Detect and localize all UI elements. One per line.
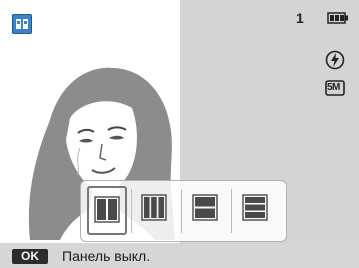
guide-mode-icon [12, 14, 32, 34]
option-split-2-vertical[interactable] [87, 186, 127, 235]
panel-divider [231, 189, 232, 233]
camera-screen: 1 5M OK Панель выкл. [0, 0, 359, 268]
split-2-horizontal-icon [192, 194, 218, 221]
split-2-vertical-icon [94, 196, 120, 223]
flash-off-icon [325, 50, 345, 70]
panel-off-hint: Панель выкл. [62, 248, 151, 264]
image-size-badge: 5M [325, 80, 345, 101]
option-split-2-horizontal[interactable] [187, 186, 227, 235]
option-split-3-horizontal[interactable] [237, 186, 277, 235]
image-size-label: 5M [327, 82, 340, 93]
battery-full-icon [327, 12, 348, 24]
frame-count: 1 [296, 10, 304, 26]
split-3-horizontal-icon [242, 194, 268, 221]
bottom-hint-bar [0, 243, 359, 268]
panel-divider [131, 189, 132, 233]
ok-key-label: OK [12, 249, 48, 264]
panel-divider [181, 189, 182, 233]
option-split-3-vertical[interactable] [136, 186, 176, 235]
split-3-vertical-icon [141, 194, 167, 221]
split-shot-panel [80, 180, 287, 242]
